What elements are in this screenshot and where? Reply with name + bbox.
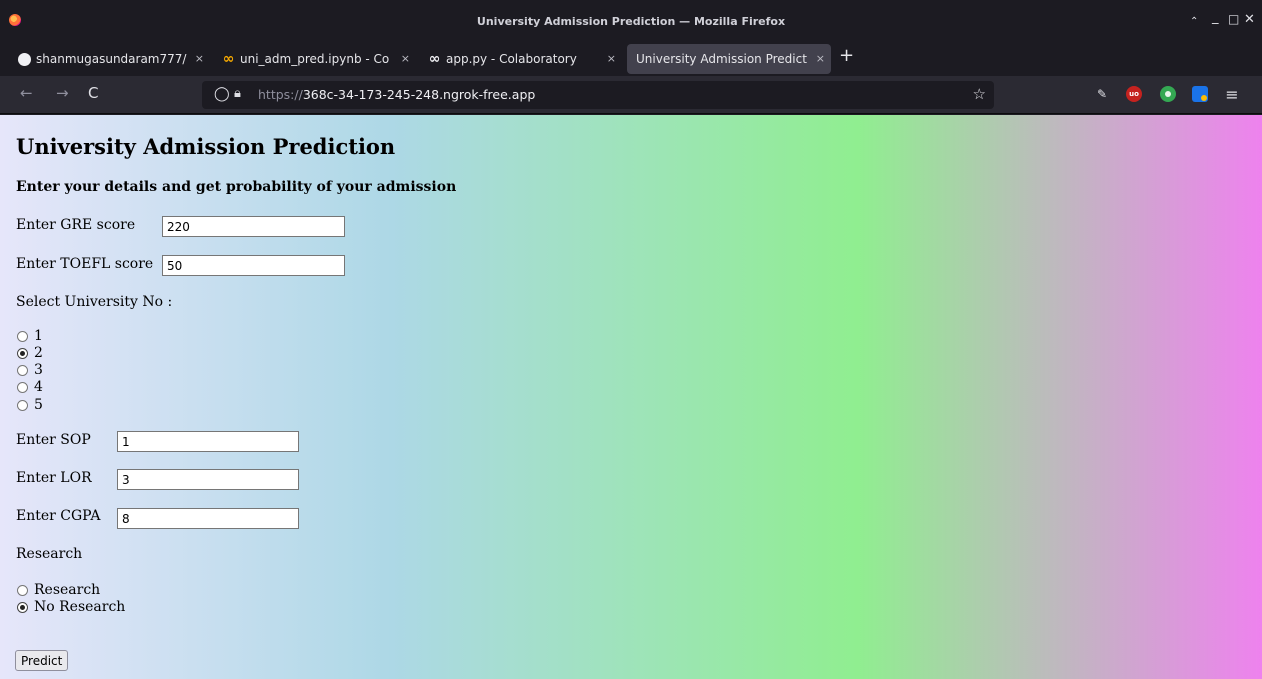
gre-label: Enter GRE score: [16, 217, 136, 233]
window-titlebar: University Admission Prediction — Mozill…: [0, 0, 1262, 40]
radio-label: 1: [34, 328, 43, 344]
radio-label: 3: [34, 362, 43, 378]
sync-icon[interactable]: [1160, 86, 1176, 102]
url-host: 368c-34-173-245-248.ngrok-free.app: [302, 87, 536, 102]
radio-label: 5: [34, 397, 43, 413]
github-icon: [18, 52, 31, 66]
page-subtitle: Enter your details and get probability o…: [16, 179, 457, 195]
reload-button[interactable]: C: [88, 84, 98, 102]
radio-button[interactable]: [17, 364, 28, 376]
ublock-icon[interactable]: uo: [1126, 86, 1142, 102]
tab-close-icon[interactable]: ×: [401, 52, 410, 65]
reader-icon[interactable]: ✎: [1094, 86, 1110, 102]
research-option-yes[interactable]: Research: [17, 582, 100, 598]
colab-icon: ∞: [222, 51, 235, 67]
research-option-no[interactable]: No Research: [17, 599, 125, 615]
tab-github[interactable]: shanmugasundaram777/ ×: [10, 44, 210, 74]
radio-label: Research: [34, 582, 101, 598]
new-tab-button[interactable]: +: [839, 45, 854, 66]
university-option-3[interactable]: 3: [17, 362, 43, 378]
sop-input[interactable]: [117, 431, 299, 452]
cgpa-label: Enter CGPA: [16, 508, 101, 524]
gre-score-input[interactable]: [162, 216, 345, 237]
tab-strip: shanmugasundaram777/ × ∞ uni_adm_pred.ip…: [0, 40, 1262, 76]
tab-label: uni_adm_pred.ipynb - Co: [240, 52, 390, 66]
university-option-4[interactable]: 4: [17, 379, 43, 395]
sop-label: Enter SOP: [16, 432, 91, 448]
window-title: University Admission Prediction — Mozill…: [476, 15, 786, 28]
radio-button[interactable]: [17, 584, 28, 596]
predict-button[interactable]: Predict: [15, 650, 69, 671]
tab-close-icon[interactable]: ×: [607, 52, 616, 65]
lor-label: Enter LOR: [16, 470, 92, 486]
forward-button[interactable]: →: [56, 84, 69, 102]
radio-label: 2: [34, 345, 43, 361]
back-button[interactable]: ←: [20, 84, 33, 102]
url-text[interactable]: https://368c-34-173-245-248.ngrok-free.a…: [258, 87, 535, 102]
university-option-5[interactable]: 5: [17, 397, 43, 413]
url-bar[interactable]: ◯ 🔒︎ https://368c-34-173-245-248.ngrok-f…: [202, 81, 994, 109]
bookmark-star-icon[interactable]: ☆: [973, 85, 986, 103]
tab-colab-app[interactable]: ∞ app.py - Colaboratory ×: [420, 44, 622, 74]
radio-label: 4: [34, 379, 43, 395]
radio-button[interactable]: [17, 601, 28, 613]
radio-label: No Research: [34, 599, 126, 615]
tab-close-icon[interactable]: ×: [195, 52, 204, 65]
toefl-score-input[interactable]: [162, 255, 345, 276]
page-title: University Admission Prediction: [16, 134, 396, 159]
url-scheme: https://: [258, 87, 303, 102]
university-option-1[interactable]: 1: [17, 328, 43, 344]
close-window-button[interactable]: ✕: [1244, 13, 1255, 26]
research-label: Research: [16, 546, 83, 562]
page-content: University Admission Prediction Enter yo…: [0, 115, 1262, 679]
radio-button[interactable]: [17, 347, 28, 359]
tab-label: shanmugasundaram777/: [36, 52, 187, 66]
collapse-icon[interactable]: ⌃: [1190, 15, 1198, 28]
university-label: Select University No :: [16, 294, 173, 310]
radio-button[interactable]: [17, 330, 28, 342]
tab-label: University Admission Predict: [636, 52, 807, 66]
tab-label: app.py - Colaboratory: [446, 52, 577, 66]
tab-close-icon[interactable]: ×: [816, 52, 825, 65]
minimize-button[interactable]: _: [1212, 11, 1219, 24]
navigation-toolbar: ← → C ◯ 🔒︎ https://368c-34-173-245-248.n…: [0, 76, 1262, 114]
extension-icon[interactable]: [1192, 86, 1208, 102]
toefl-label: Enter TOEFL score: [16, 256, 154, 272]
radio-button[interactable]: [17, 399, 28, 411]
maximize-button[interactable]: □: [1228, 13, 1239, 26]
tracking-protection-icon[interactable]: ◯: [214, 86, 230, 102]
tab-admission-prediction[interactable]: University Admission Predict ×: [627, 44, 831, 74]
cgpa-input[interactable]: [117, 508, 299, 529]
tab-colab-notebook[interactable]: ∞ uni_adm_pred.ipynb - Co ×: [214, 44, 416, 74]
menu-icon[interactable]: ≡: [1224, 85, 1240, 104]
university-option-2[interactable]: 2: [17, 345, 43, 361]
colab-icon: ∞: [428, 51, 441, 67]
lor-input[interactable]: [117, 469, 299, 490]
lock-icon[interactable]: 🔒︎: [234, 86, 241, 101]
radio-button[interactable]: [17, 381, 28, 393]
